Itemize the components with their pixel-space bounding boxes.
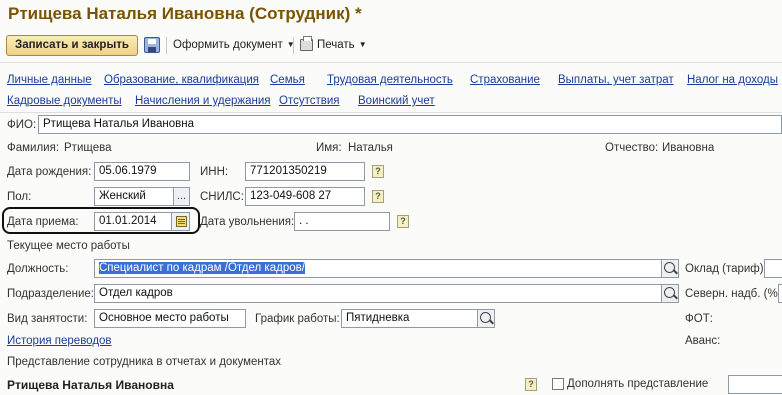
fio-field[interactable]: Ртищева Наталья Ивановна [38, 115, 782, 134]
department-label: Подразделение: [7, 288, 94, 300]
nav-divider [0, 112, 782, 113]
position-label: Должность: [7, 263, 69, 275]
patronymic-label: Отчество: [605, 142, 659, 154]
inn-field[interactable]: 771201350219 [245, 162, 365, 181]
department-field[interactable]: Отдел кадров [94, 284, 662, 303]
dismissal-help-icon[interactable]: ? [397, 215, 409, 228]
presentation-heading: Представление сотрудника в отчетах и док… [7, 356, 282, 368]
patronymic-value: Ивановна [662, 142, 715, 154]
nav-education[interactable]: Образование, квалификация [104, 74, 259, 86]
inn-help-icon[interactable]: ? [372, 165, 384, 178]
nav-insurance[interactable]: Страхование [470, 74, 540, 86]
presentation-help-icon[interactable]: ? [525, 378, 537, 391]
hire-date-highlight [2, 207, 200, 234]
nav-military[interactable]: Воинский учет [358, 95, 435, 107]
gender-label: Пол: [7, 191, 32, 203]
employment-type-field[interactable]: Основное место работы [94, 309, 246, 328]
create-document-menu[interactable]: Оформить документ ▼ [173, 39, 295, 51]
position-search-button[interactable] [661, 259, 679, 278]
toolbar-divider [0, 62, 782, 63]
nav-hr-documents[interactable]: Кадровые документы [7, 95, 122, 107]
chevron-down-icon: ▼ [358, 40, 367, 49]
schedule-search-button[interactable] [477, 309, 495, 328]
department-search-button[interactable] [661, 284, 679, 303]
position-field[interactable]: Специалист по кадрам /Отдел кадров/ [94, 259, 662, 278]
printer-icon[interactable] [300, 36, 313, 51]
advance-label: Аванс: [685, 335, 721, 347]
nav-income-tax[interactable]: Налог на доходы [687, 74, 778, 86]
surname-label: Фамилия: [7, 142, 60, 154]
dismissal-date-field[interactable]: . . [294, 212, 390, 231]
name-value: Наталья [348, 142, 393, 154]
surname-value: Ртищева [64, 142, 112, 154]
nav-accruals[interactable]: Начисления и удержания [135, 95, 271, 107]
birth-date-label: Дата рождения: [7, 166, 92, 178]
print-menu[interactable]: Печать ▼ [317, 39, 367, 51]
snils-label: СНИЛС: [200, 191, 244, 203]
dismissal-date-label: Дата увольнения: [200, 216, 295, 228]
north-bonus-field[interactable] [778, 284, 782, 303]
name-label: Имя: [316, 142, 342, 154]
nav-work-activity[interactable]: Трудовая деятельность [327, 74, 453, 86]
schedule-field[interactable]: Пятидневка [341, 309, 479, 328]
snils-field[interactable]: 123-049-608 27 [245, 187, 365, 206]
create-document-label: Оформить документ [173, 39, 283, 51]
toolbar-separator [293, 37, 294, 54]
extend-presentation-label: Дополнять представление [567, 378, 709, 390]
print-label: Печать [317, 39, 355, 51]
transfer-history-link[interactable]: История переводов [7, 335, 112, 347]
presentation-name: Ртищева Наталья Ивановна [7, 378, 174, 392]
search-icon [664, 262, 675, 273]
search-icon [664, 287, 675, 298]
gender-field[interactable]: Женский [94, 187, 174, 206]
salary-field[interactable] [764, 259, 782, 278]
gender-select-button[interactable]: ... [173, 187, 190, 206]
extend-presentation-checkbox[interactable] [552, 378, 564, 390]
nav-family[interactable]: Семья [270, 74, 305, 86]
birth-date-field[interactable]: 05.06.1979 [94, 162, 190, 181]
save-and-close-button[interactable]: Записать и закрыть [6, 35, 138, 56]
window-title: Ртищева Наталья Ивановна (Сотрудник) * [8, 4, 362, 23]
toolbar-separator [166, 37, 167, 54]
schedule-label: График работы: [255, 313, 340, 325]
nav-payments[interactable]: Выплаты, учет затрат [558, 74, 674, 86]
current-work-heading: Текущее место работы [7, 240, 130, 252]
nav-personal-data[interactable]: Личные данные [7, 74, 92, 86]
fio-label: ФИО: [7, 119, 37, 131]
fot-label: ФОТ: [685, 313, 713, 325]
nav-absences[interactable]: Отсутствия [279, 95, 340, 107]
search-icon [480, 312, 491, 323]
snils-help-icon[interactable]: ? [372, 190, 384, 203]
extend-presentation-field[interactable] [728, 375, 782, 394]
position-value: Специалист по кадрам /Отдел кадров/ [99, 262, 305, 274]
employment-type-label: Вид занятости: [7, 313, 88, 325]
inn-label: ИНН: [200, 166, 229, 178]
salary-label: Оклад (тариф): [685, 263, 767, 275]
save-icon[interactable] [144, 37, 160, 53]
north-bonus-label: Северн. надб. (%): [685, 288, 782, 300]
